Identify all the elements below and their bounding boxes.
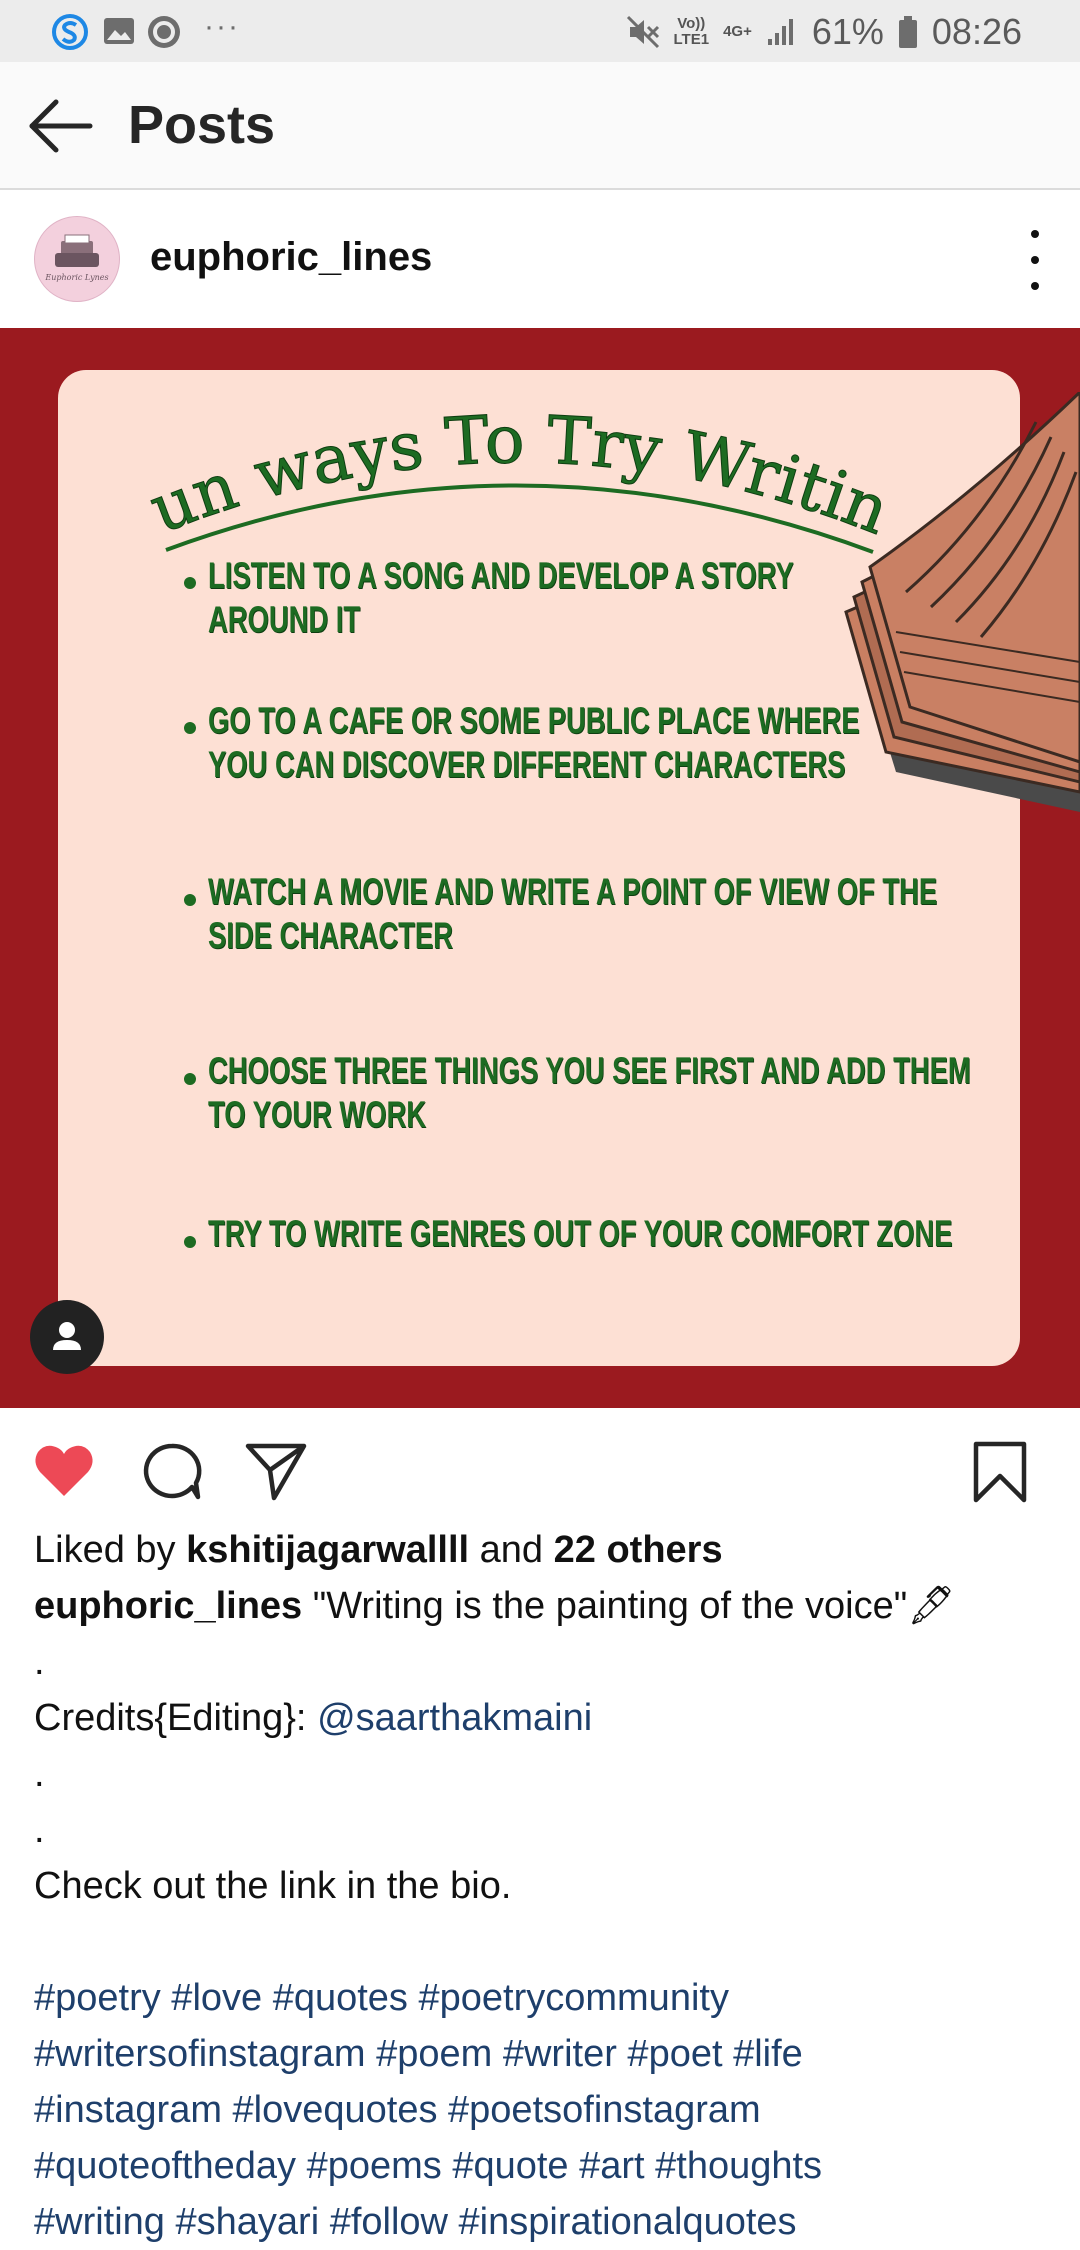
tip-5: TRY TO WRITE GENRES OUT OF YOUR COMFORT … <box>208 1213 953 1254</box>
svg-text:Fun ways To Try Writing: Fun ways To Try Writing <box>58 370 900 550</box>
status-bar: ··· Vo)) LTE1 4G+ 61% 08:26 <box>0 0 1080 62</box>
s-app-icon <box>52 14 88 50</box>
likes-prefix: Liked by <box>34 1529 187 1571</box>
network-type-label: 4G+ <box>723 23 752 40</box>
mute-icon <box>626 15 659 49</box>
status-right: Vo)) LTE1 4G+ 61% 08:26 <box>626 8 1022 56</box>
post-caption: Liked by kshitijagarwallll and 22 others… <box>34 1522 1064 2250</box>
back-button[interactable] <box>26 96 96 156</box>
like-button[interactable] <box>32 1440 96 1500</box>
more-dot-icon <box>1031 230 1039 238</box>
hashtag-line[interactable]: #quoteoftheday #poems #quote #art #thoug… <box>34 2138 1064 2194</box>
tip-3: WATCH A MOVIE AND WRITE A POINT OF VIEW … <box>208 871 938 956</box>
tagged-users-button[interactable] <box>30 1300 104 1374</box>
share-button[interactable] <box>244 1440 308 1502</box>
network-volte-label: Vo)) LTE1 <box>673 15 710 48</box>
more-options-button[interactable] <box>1020 230 1050 290</box>
page-title: Posts <box>128 95 276 155</box>
tip-bullet <box>184 1073 196 1085</box>
credits-line: Credits{Editing}: @saarthakmaini <box>34 1690 1064 1746</box>
likes-others-link[interactable]: 22 others <box>554 1529 723 1571</box>
circle-app-icon <box>148 16 180 48</box>
arrow-left-icon <box>29 99 93 153</box>
caption-dot: . <box>34 1641 45 1683</box>
gallery-icon <box>104 18 134 44</box>
likes-line: Liked by kshitijagarwallll and 22 others <box>34 1522 1064 1578</box>
caption-first-line: euphoric_lines "Writing is the painting … <box>34 1578 1064 1634</box>
hashtag-line[interactable]: #poetry #love #quotes #poetrycommunity <box>34 1970 1064 2026</box>
caption-username[interactable]: euphoric_lines <box>34 1585 302 1627</box>
tip-bullet <box>184 894 196 906</box>
fountain-pen-emoji: 🖋 <box>907 1585 956 1627</box>
battery-percentage: 61% <box>811 11 884 52</box>
post-image[interactable]: Fun ways To Try Writing LISTEN TO A SONG… <box>0 328 1080 1408</box>
likes-middle: and <box>469 1529 554 1571</box>
tip-4: CHOOSE THREE THINGS YOU SEE FIRST AND AD… <box>208 1050 971 1135</box>
hashtag-line[interactable]: #writing #shayari #follow #inspirational… <box>34 2194 1064 2250</box>
caption-dot: . <box>34 1753 45 1795</box>
caption-text: "Writing is the painting of the voice" <box>302 1585 908 1627</box>
more-dot-icon <box>1031 282 1039 290</box>
hashtag-line[interactable]: #writersofinstagram #poem #writer #poet … <box>34 2026 1064 2082</box>
comment-button[interactable] <box>140 1440 204 1502</box>
bio-line: Check out the link in the bio. <box>34 1865 512 1907</box>
person-icon <box>53 1322 81 1350</box>
post-username[interactable]: euphoric_lines <box>150 232 432 282</box>
open-book-illustration <box>844 392 1080 812</box>
save-bookmark-button[interactable] <box>972 1440 1028 1504</box>
signal-icon <box>767 19 793 45</box>
typewriter-logo-icon <box>55 234 99 267</box>
avatar-logo-text: Euphoric Lynes <box>45 273 109 282</box>
tip-bullet <box>184 1236 196 1248</box>
post-header: Euphoric Lynes euphoric_lines <box>0 190 1080 328</box>
clock: 08:26 <box>931 11 1022 52</box>
caption-dot: . <box>34 1809 45 1851</box>
liker-username[interactable]: kshitijagarwallll <box>186 1529 469 1571</box>
app-header: Posts <box>0 62 1080 190</box>
more-dot-icon <box>1031 256 1039 264</box>
credits-label: Credits{Editing}: <box>34 1697 318 1739</box>
hashtag-line[interactable]: #instagram #lovequotes #poetsofinstagram <box>34 2082 1064 2138</box>
post-actions <box>0 1408 1080 1538</box>
avatar[interactable]: Euphoric Lynes <box>34 216 120 302</box>
credits-mention-link[interactable]: @saarthakmaini <box>317 1697 592 1739</box>
battery-icon <box>898 16 917 48</box>
more-notifications-indicator: ··· <box>204 10 240 43</box>
tip-bullet <box>184 577 196 589</box>
tip-bullet <box>184 722 196 734</box>
